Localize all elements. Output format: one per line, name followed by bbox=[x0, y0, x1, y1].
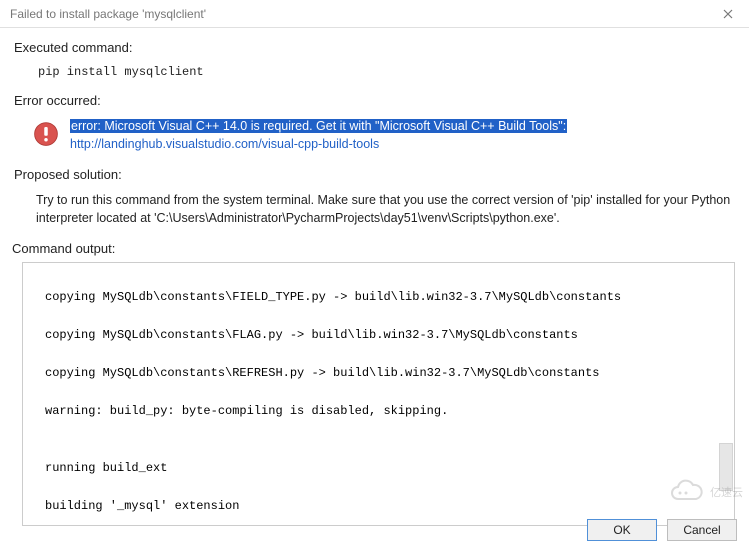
dialog-content: Executed command: pip install mysqlclien… bbox=[0, 28, 749, 256]
command-output-pane[interactable]: copying MySQLdb\constants\FIELD_TYPE.py … bbox=[22, 262, 735, 526]
output-line: copying MySQLdb\constants\REFRESH.py -> … bbox=[31, 364, 726, 383]
scrollbar-thumb[interactable] bbox=[719, 443, 733, 491]
error-message-highlight: error: Microsoft Visual C++ 14.0 is requ… bbox=[70, 119, 567, 133]
button-row: OK Cancel bbox=[587, 519, 737, 541]
output-line: copying MySQLdb\constants\FLAG.py -> bui… bbox=[31, 326, 726, 345]
command-output-header: Command output: bbox=[12, 241, 735, 256]
window-title: Failed to install package 'mysqlclient' bbox=[8, 7, 206, 21]
output-line: warning: build_py: byte-compiling is dis… bbox=[31, 402, 726, 421]
executed-command-header: Executed command: bbox=[14, 40, 735, 55]
executed-command-text: pip install mysqlclient bbox=[14, 61, 735, 89]
error-occurred-header: Error occurred: bbox=[14, 93, 735, 108]
error-text: error: Microsoft Visual C++ 14.0 is requ… bbox=[70, 118, 567, 153]
output-line: running build_ext bbox=[31, 459, 726, 478]
ok-button[interactable]: OK bbox=[587, 519, 657, 541]
cancel-button[interactable]: Cancel bbox=[667, 519, 737, 541]
output-line: copying MySQLdb\constants\FIELD_TYPE.py … bbox=[31, 288, 726, 307]
error-link[interactable]: http://landinghub.visualstudio.com/visua… bbox=[70, 137, 379, 151]
output-line: building '_mysql' extension bbox=[31, 497, 726, 516]
error-icon bbox=[32, 120, 60, 148]
output-wrap: copying MySQLdb\constants\FIELD_TYPE.py … bbox=[22, 262, 735, 526]
proposed-solution-text: Try to run this command from the system … bbox=[14, 188, 735, 237]
close-icon[interactable] bbox=[713, 2, 743, 26]
proposed-solution-header: Proposed solution: bbox=[14, 167, 735, 182]
error-block: error: Microsoft Visual C++ 14.0 is requ… bbox=[14, 114, 735, 163]
titlebar: Failed to install package 'mysqlclient' bbox=[0, 0, 749, 28]
